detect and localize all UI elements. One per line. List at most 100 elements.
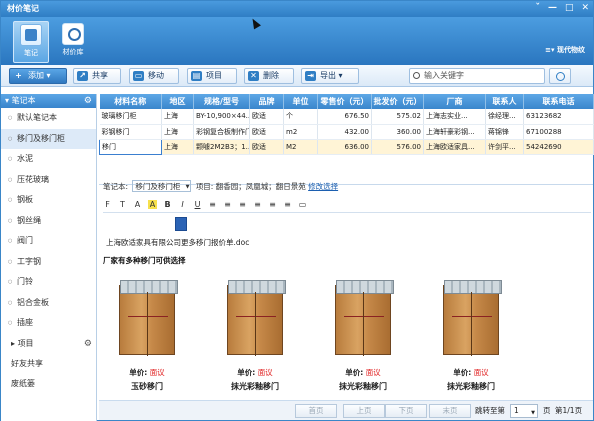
- sidebar-item-sliding-doors[interactable]: 移门及移门柜: [1, 128, 96, 149]
- page-select[interactable]: 1: [510, 404, 538, 419]
- font-color-button[interactable]: A: [133, 200, 142, 209]
- col-header[interactable]: 联系电话: [523, 94, 594, 109]
- highlight-button[interactable]: A: [148, 199, 157, 209]
- table-cell[interactable]: 玻璃移门柜: [99, 109, 162, 125]
- align-center-button[interactable]: ≡: [223, 200, 232, 209]
- sidebar-item-socket[interactable]: 插座: [1, 313, 96, 334]
- table-cell[interactable]: 上海: [161, 139, 194, 155]
- tab-notes[interactable]: 笔记: [13, 21, 49, 63]
- sidebar-item-doorbell[interactable]: 门铃: [1, 272, 96, 293]
- table-cell[interactable]: 个: [283, 109, 318, 125]
- table-cell[interactable]: 575.02: [371, 109, 424, 125]
- search-input[interactable]: 输入关键字: [409, 68, 545, 84]
- minimize-button[interactable]: —: [548, 2, 557, 15]
- col-header[interactable]: 品牌: [249, 94, 284, 109]
- sidebar-item-steel-plate[interactable]: 钢板: [1, 190, 96, 211]
- table-cell[interactable]: 上海: [161, 109, 194, 125]
- bold-button[interactable]: B: [163, 200, 172, 209]
- table-cell[interactable]: 676.50: [317, 109, 372, 125]
- table-cell[interactable]: 67100288: [523, 124, 594, 140]
- col-header[interactable]: 地区: [161, 94, 194, 109]
- maximize-button[interactable]: □: [565, 2, 574, 15]
- project-button[interactable]: ▤ 项目: [187, 68, 237, 84]
- add-button[interactable]: + 添加 ▾: [9, 68, 67, 84]
- table-cell[interactable]: BY-10,900×44...: [193, 109, 250, 125]
- table-cell[interactable]: 上海志实业...: [423, 109, 486, 125]
- first-page-button[interactable]: 首页: [295, 404, 337, 418]
- search-button[interactable]: [549, 68, 571, 84]
- table-row-selected[interactable]: 移门 上海 颗噱2M2B3；1... 欧适 M2 636.00 576.00 上海欧适家具..…: [99, 138, 594, 155]
- col-header[interactable]: 联系人: [485, 94, 524, 109]
- close-button[interactable]: ✕: [581, 2, 589, 15]
- table-cell[interactable]: 欧适: [249, 124, 284, 140]
- sidebar-item-i-beam[interactable]: 工字钢: [1, 252, 96, 273]
- table-cell[interactable]: 欧适: [249, 109, 284, 125]
- export-button[interactable]: ⇥ 导出 ▾: [301, 68, 359, 84]
- gear-icon[interactable]: ⚙: [84, 334, 92, 354]
- table-cell[interactable]: 576.00: [371, 139, 424, 155]
- table-cell[interactable]: 63123682: [523, 109, 594, 125]
- col-header[interactable]: 规格/型号: [193, 94, 250, 109]
- sidebar-item-default[interactable]: 默认笔记本: [1, 108, 96, 129]
- delete-button[interactable]: ✕ 删除: [244, 68, 294, 84]
- sidebar-item-valve[interactable]: 阀门: [1, 231, 96, 252]
- table-cell[interactable]: 上海欧适家具...: [423, 139, 486, 155]
- table-cell[interactable]: 彩钢复合板制作门: [193, 124, 250, 140]
- align-left-button[interactable]: ≡: [208, 200, 217, 209]
- sidebar-item-pattern-glass[interactable]: 压花玻璃: [1, 170, 96, 191]
- table-cell[interactable]: 彩钢移门: [99, 124, 162, 140]
- insert-image-button[interactable]: ▭: [298, 200, 307, 209]
- last-page-button[interactable]: 末页: [429, 404, 471, 418]
- font-family-button[interactable]: F: [103, 200, 112, 209]
- share-button[interactable]: ↗ 共享: [73, 68, 121, 84]
- col-header[interactable]: 零售价（元）: [317, 94, 372, 109]
- modify-selection-link[interactable]: 修改选择: [308, 182, 338, 191]
- indent-button[interactable]: ≡: [283, 200, 292, 209]
- sidebar-header[interactable]: ▾ 笔记本 ⚙: [1, 94, 96, 108]
- col-header[interactable]: 厂商: [423, 94, 486, 109]
- align-right-button[interactable]: ≡: [238, 200, 247, 209]
- table-cell[interactable]: 欧适: [249, 139, 284, 155]
- sidebar-section-projects[interactable]: ▸ 项目 ⚙: [1, 334, 96, 354]
- sidebar-item-cement[interactable]: 水泥: [1, 149, 96, 170]
- table-cell[interactable]: 颗噱2M2B3；1...: [193, 139, 250, 155]
- table-cell[interactable]: 432.00: [317, 124, 372, 140]
- font-size-button[interactable]: T: [118, 200, 127, 209]
- sidebar-item-wire-rope[interactable]: 钢丝绳: [1, 211, 96, 232]
- ordered-list-button[interactable]: ≡: [253, 200, 262, 209]
- attachment-name[interactable]: 上海欧适家具有限公司更多移门报价单.doc: [106, 237, 249, 248]
- italic-button[interactable]: I: [178, 200, 187, 209]
- skin-icon[interactable]: ˇ: [535, 2, 540, 15]
- table-cell[interactable]: 54242690: [523, 139, 594, 155]
- sidebar-section-trash[interactable]: 废纸篓: [1, 374, 96, 394]
- table-cell[interactable]: 徐经理...: [485, 109, 524, 125]
- move-button[interactable]: ▭ 移动: [129, 68, 179, 84]
- prev-page-button[interactable]: 上页: [343, 404, 385, 418]
- underline-button[interactable]: U: [193, 200, 202, 209]
- table-cell[interactable]: 许剑平...: [485, 139, 524, 155]
- notebook-select[interactable]: 移门及移门柜: [132, 180, 192, 193]
- word-document-icon[interactable]: [175, 217, 187, 231]
- next-page-button[interactable]: 下页: [385, 404, 427, 418]
- table-cell[interactable]: 360.00: [371, 124, 424, 140]
- table-cell[interactable]: m2: [283, 124, 318, 140]
- table-cell[interactable]: 上海: [161, 124, 194, 140]
- table-row[interactable]: 彩钢移门 上海 彩钢复合板制作门 欧适 m2 432.00 360.00 上海轩豪彩钢... 蒋…: [99, 124, 594, 140]
- note-editor[interactable]: 上海欧适家具有限公司更多移门报价单.doc 厂家有多种移门可供选择 单价: 面议…: [103, 212, 591, 402]
- table-cell[interactable]: 蒋锦锋: [485, 124, 524, 140]
- table-cell[interactable]: M2: [283, 139, 318, 155]
- table-cell[interactable]: 636.00: [317, 139, 372, 155]
- bullet-list-button[interactable]: ≡: [268, 200, 277, 209]
- table-row[interactable]: 玻璃移门柜 上海 BY-10,900×44... 欧适个 676.50 575.02 上海志…: [99, 109, 594, 125]
- table-cell-editing[interactable]: 移门: [99, 138, 162, 155]
- col-header[interactable]: 材料名称: [99, 94, 162, 109]
- sidebar-section-friends[interactable]: 好友共享: [1, 354, 96, 374]
- gear-icon[interactable]: ⚙: [84, 94, 92, 108]
- ribbon: 笔记 材价库 ≡▾ 现代物纹: [1, 17, 593, 65]
- sidebar-item-aluminum-plate[interactable]: 铝合金板: [1, 293, 96, 314]
- col-header[interactable]: 批发价（元）: [371, 94, 424, 109]
- style-selector[interactable]: ≡▾ 现代物纹: [545, 45, 585, 55]
- table-cell[interactable]: 上海轩豪彩钢...: [423, 124, 486, 140]
- col-header[interactable]: 单位: [283, 94, 318, 109]
- tab-material-library[interactable]: 材价库: [55, 21, 91, 63]
